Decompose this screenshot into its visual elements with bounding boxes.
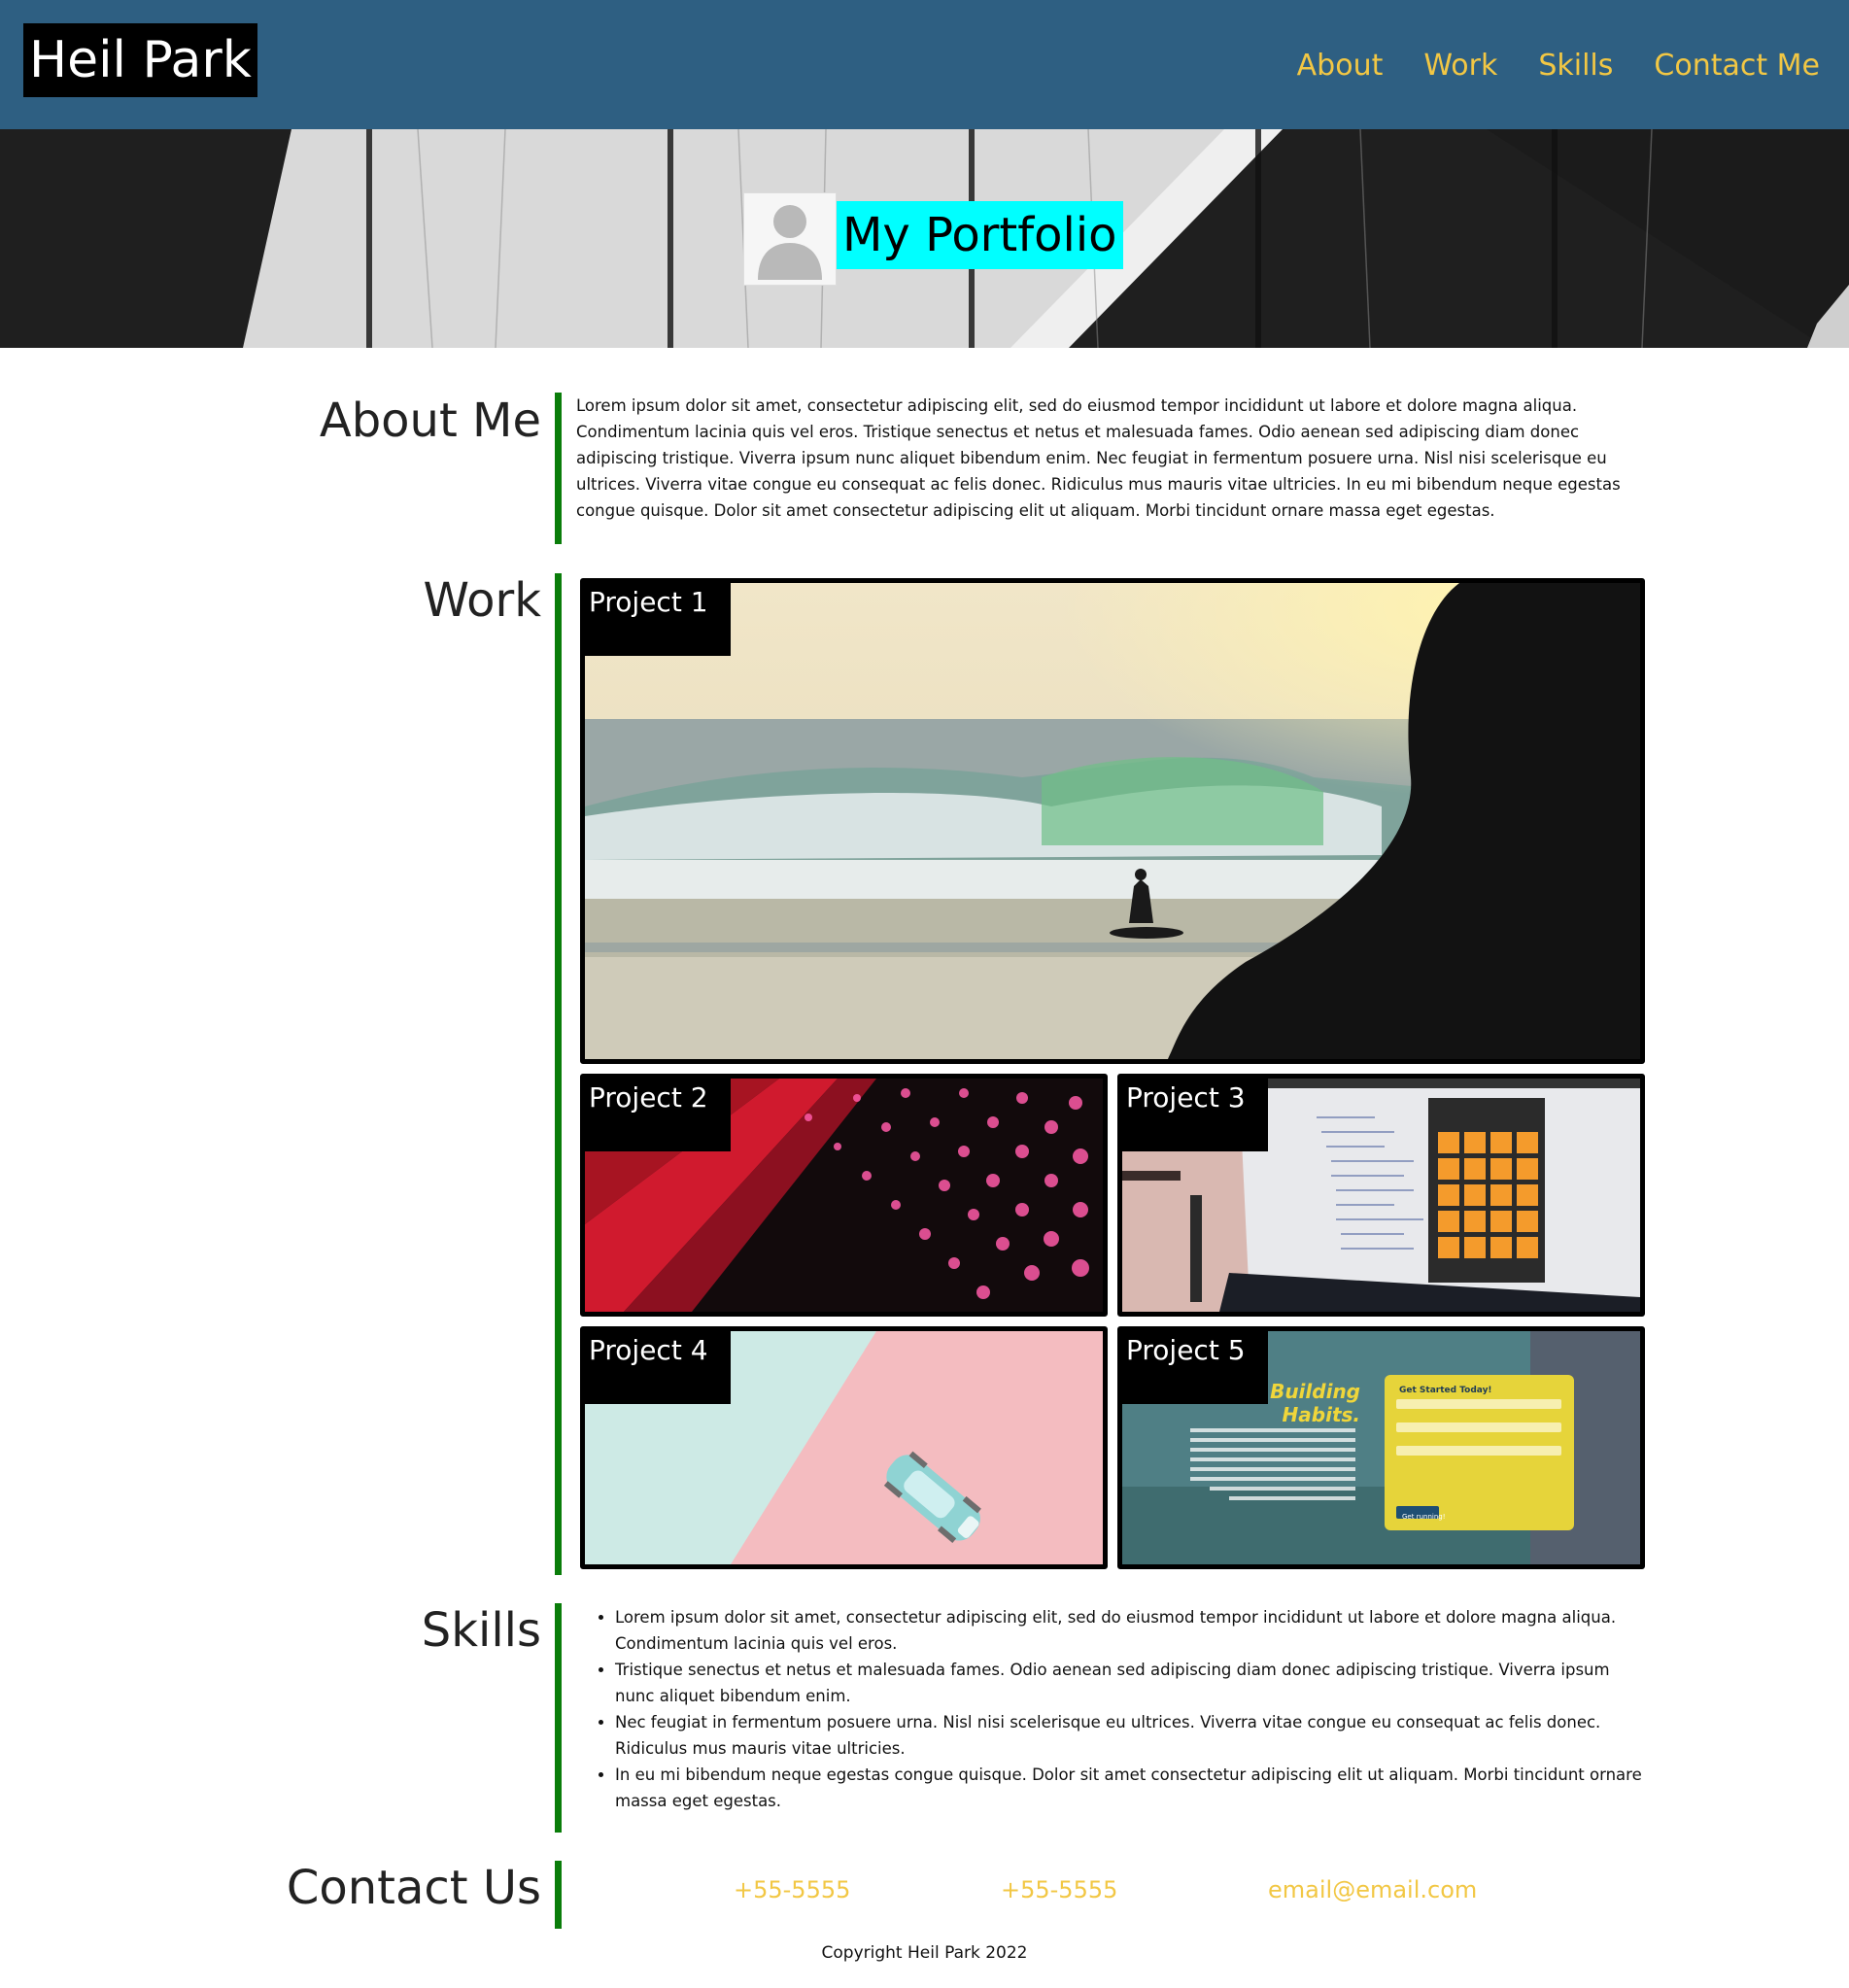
project-5-headline-2: Habits.	[1282, 1403, 1360, 1426]
user-silhouette-icon	[758, 205, 822, 280]
project-1-label: Project 1	[585, 583, 731, 656]
project-card-3[interactable]: Project 3	[1117, 1074, 1645, 1317]
project-2-label: Project 2	[585, 1079, 731, 1151]
brand-logo[interactable]: Heil Park	[23, 23, 257, 97]
hero-banner: My Portfolio	[0, 129, 1849, 348]
avatar	[743, 192, 837, 286]
skill-item-3: Nec feugiat in fermentum posuere urna. N…	[615, 1709, 1652, 1762]
about-divider	[555, 393, 562, 544]
contact-email[interactable]: email@email.com	[1268, 1870, 1477, 1909]
work-divider	[555, 573, 562, 1575]
project-card-4[interactable]: Project 4	[580, 1326, 1108, 1569]
hero-title: My Portfolio	[837, 201, 1123, 269]
site-header: Heil Park About Work Skills Contact Me	[0, 0, 1849, 129]
project-3-label: Project 3	[1122, 1079, 1268, 1151]
work-title: Work	[423, 573, 541, 628]
skill-item-4: In eu mi bibendum neque egestas congue q…	[615, 1762, 1652, 1814]
skills-title: Skills	[421, 1603, 541, 1658]
nav-contact[interactable]: Contact Me	[1654, 43, 1820, 89]
skill-item-1: Lorem ipsum dolor sit amet, consectetur …	[615, 1604, 1652, 1657]
about-text: Lorem ipsum dolor sit amet, consectetur …	[576, 396, 1621, 520]
contact-phone-2[interactable]: +55-5555	[1001, 1870, 1117, 1909]
project-card-5[interactable]: Building Habits. Get Started Today! Get …	[1117, 1326, 1645, 1569]
nav-skills[interactable]: Skills	[1538, 43, 1613, 89]
project-5-headline-1: Building	[1270, 1380, 1360, 1403]
project-4-label: Project 4	[585, 1331, 731, 1404]
project-5-form-title: Get Started Today!	[1399, 1386, 1492, 1395]
project-5-submit: Get running!	[1402, 1513, 1446, 1521]
skills-divider	[555, 1603, 562, 1833]
nav-about[interactable]: About	[1297, 43, 1384, 89]
contact-title: Contact Us	[286, 1861, 541, 1915]
project-card-1[interactable]: Project 1	[580, 578, 1645, 1064]
project-1-image	[585, 583, 1640, 1059]
nav-work[interactable]: Work	[1423, 43, 1497, 89]
footer-copyright: Copyright Heil Park 2022	[821, 1943, 1028, 1963]
skill-item-2: Tristique senectus et netus et malesuada…	[615, 1657, 1652, 1709]
main-nav: About Work Skills Contact Me	[1297, 43, 1820, 89]
project-5-label: Project 5	[1122, 1331, 1268, 1404]
contact-phone-1[interactable]: +55-5555	[734, 1870, 850, 1909]
about-title: About Me	[319, 394, 541, 448]
skills-list: Lorem ipsum dolor sit amet, consectetur …	[598, 1604, 1652, 1814]
project-5-headline: Building Habits.	[1268, 1380, 1360, 1426]
project-card-2[interactable]: Project 2	[580, 1074, 1108, 1317]
contact-divider	[555, 1861, 562, 1929]
